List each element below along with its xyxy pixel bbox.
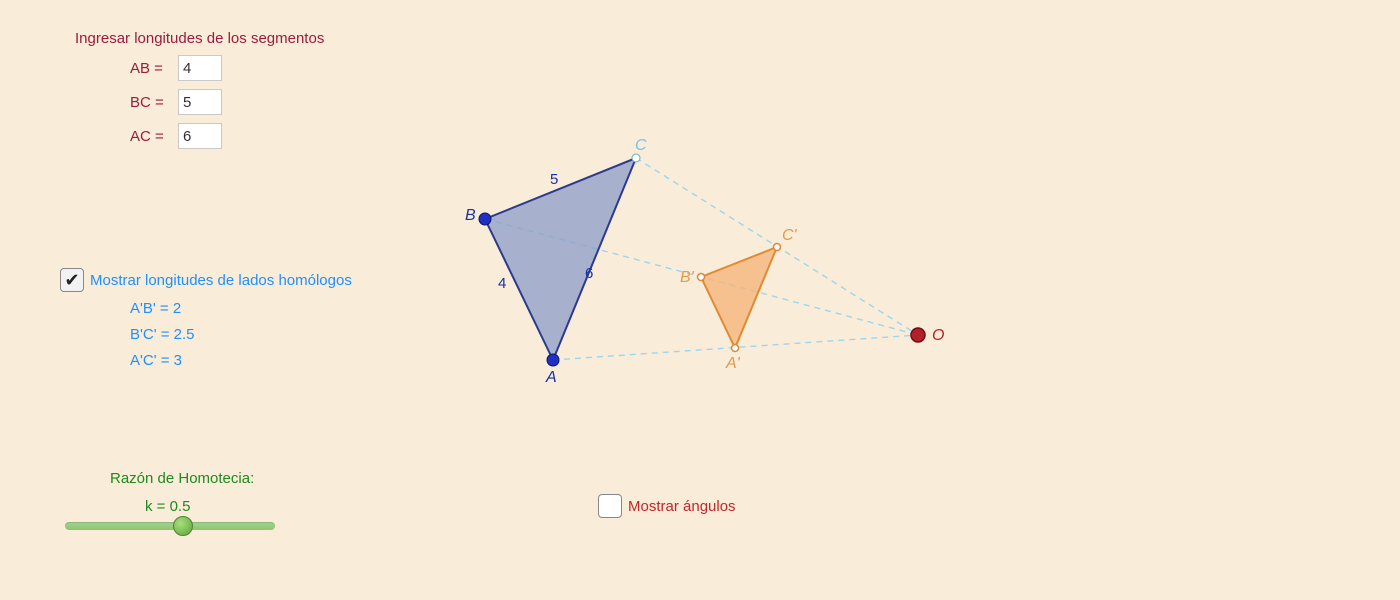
a1c1-value: A'C' = 3: [130, 352, 182, 369]
label-A: A: [545, 369, 557, 386]
point-B1: [698, 274, 705, 281]
triangle-A1B1C1: [701, 247, 777, 348]
point-A[interactable]: [547, 354, 559, 366]
inputs-heading: Ingresar longitudes de los segmentos: [75, 30, 324, 47]
point-O[interactable]: [911, 328, 925, 342]
label-B: B: [465, 207, 476, 224]
a1b1-value: A'B' = 2: [130, 300, 181, 317]
ratio-title: Razón de Homotecia:: [110, 470, 254, 487]
b1c1-value: B'C' = 2.5: [130, 326, 195, 343]
show-homologous-checkbox[interactable]: ✔: [60, 268, 84, 292]
ab-label: AB =: [130, 60, 163, 77]
side-ac-label: 6: [585, 265, 593, 282]
label-B1: B': [680, 269, 695, 286]
ratio-k-label: k = 0.5: [145, 498, 190, 515]
ab-input[interactable]: [178, 55, 222, 81]
side-bc-label: 5: [550, 171, 558, 188]
ac-input[interactable]: [178, 123, 222, 149]
label-C: C: [635, 137, 647, 154]
point-C1: [774, 244, 781, 251]
bc-input[interactable]: [178, 89, 222, 115]
side-ab-label: 4: [498, 275, 506, 292]
ratio-slider-track[interactable]: [65, 522, 275, 530]
show-angles-label: Mostrar ángulos: [628, 498, 736, 515]
label-O: O: [932, 327, 944, 344]
point-A1: [732, 345, 739, 352]
label-A1: A': [725, 355, 741, 372]
point-C[interactable]: [632, 154, 640, 162]
homothety-diagram: A B C A' B' C' O 5 4 6: [430, 120, 990, 400]
ac-label: AC =: [130, 128, 164, 145]
show-homologous-label: Mostrar longitudes de lados homólogos: [90, 272, 352, 289]
show-angles-checkbox[interactable]: [598, 494, 622, 518]
bc-label: BC =: [130, 94, 164, 111]
point-B[interactable]: [479, 213, 491, 225]
triangle-ABC: [485, 158, 636, 360]
label-C1: C': [782, 227, 798, 244]
ratio-slider-thumb[interactable]: [173, 516, 193, 536]
